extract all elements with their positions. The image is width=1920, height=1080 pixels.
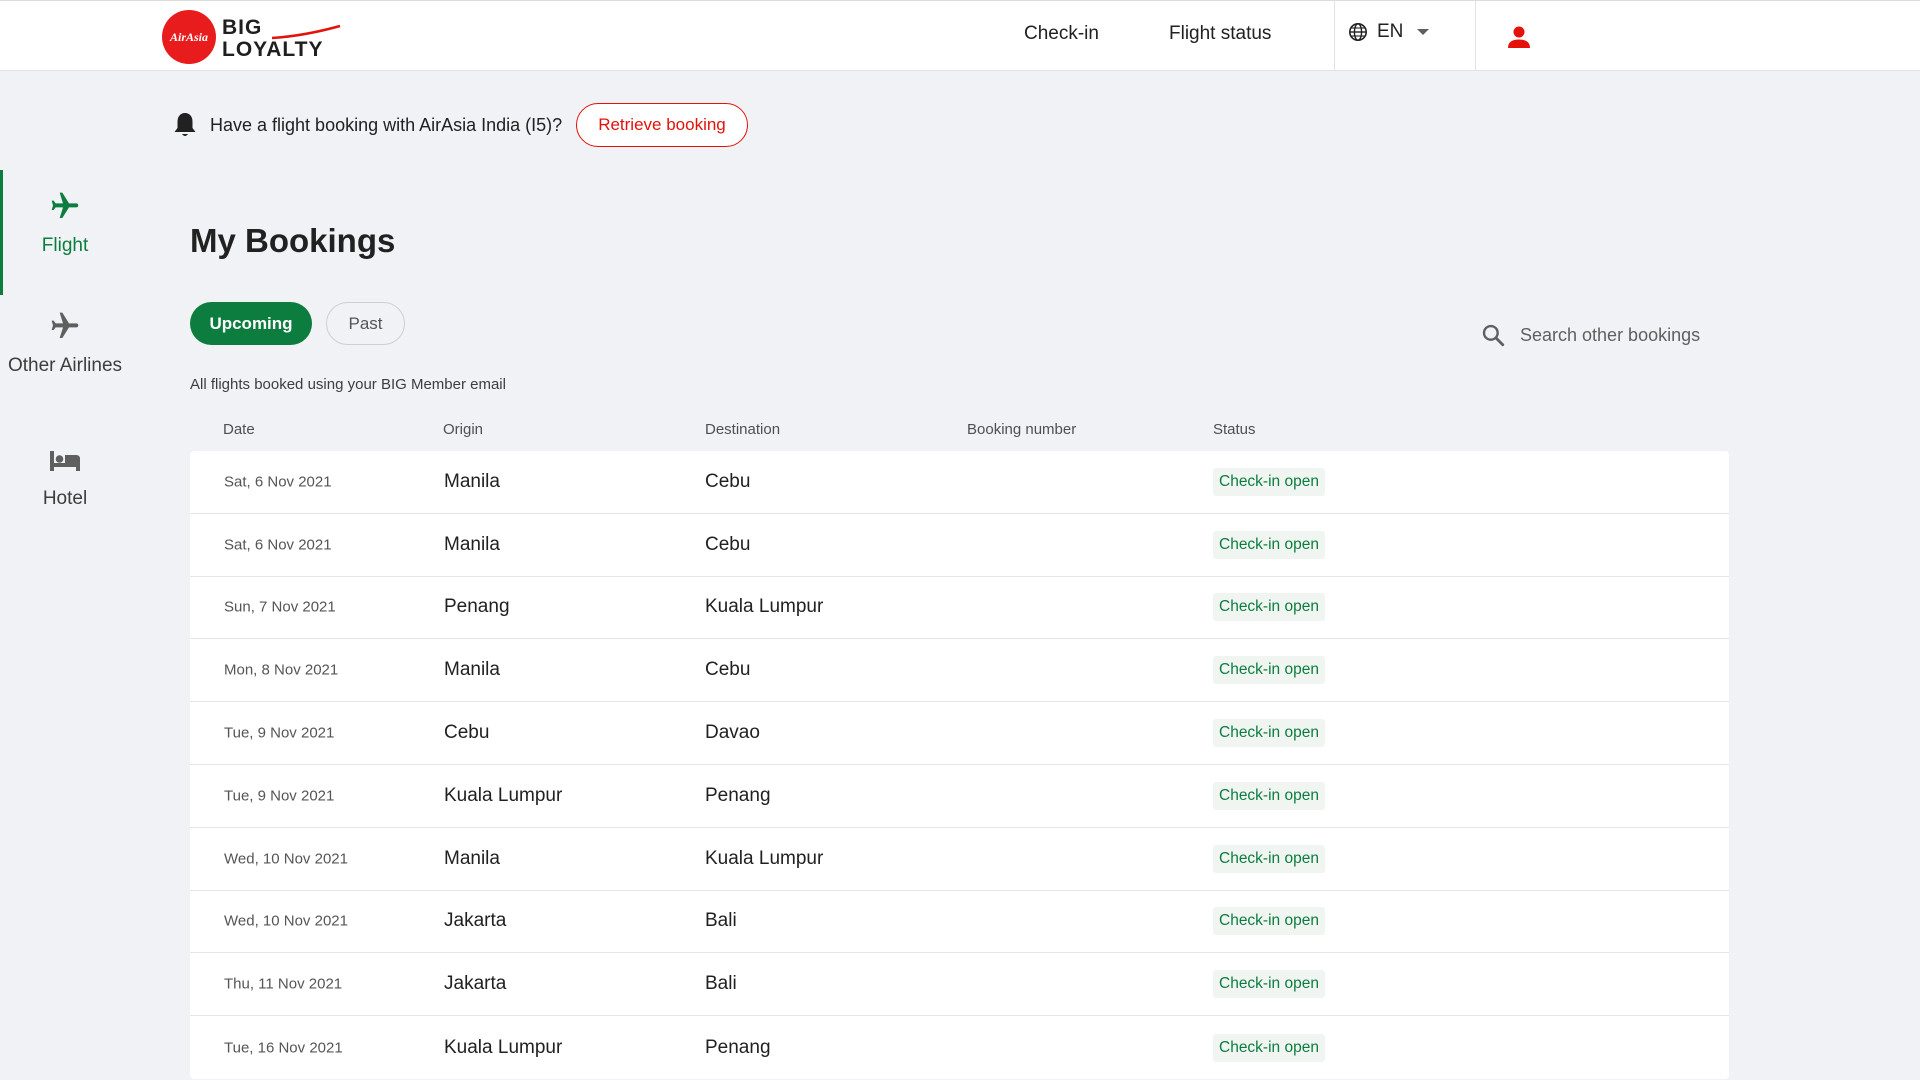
big-loyalty-logo[interactable]: AirAsia BIG LOYALTY <box>162 10 346 64</box>
column-header-destination: Destination <box>705 421 781 438</box>
nav-checkin-link[interactable]: Check-in <box>1024 23 1099 45</box>
booking-date: Mon, 8 Nov 2021 <box>224 661 339 679</box>
sidebar-item-hotel[interactable]: Hotel <box>0 447 130 510</box>
booking-origin: Kuala Lumpur <box>444 1036 563 1058</box>
column-header-date: Date <box>223 421 255 438</box>
booking-origin: Manila <box>444 659 500 681</box>
language-selector[interactable]: EN <box>1348 21 1430 43</box>
booking-destination: Bali <box>705 910 737 932</box>
search-bookings[interactable] <box>1480 322 1760 348</box>
booking-destination: Davao <box>705 722 760 744</box>
status-badge: Check-in open <box>1213 530 1325 559</box>
airasia-logo-mark: AirAsia <box>162 10 216 64</box>
airplane-icon <box>51 312 79 338</box>
booking-destination: Cebu <box>705 470 751 492</box>
search-icon <box>1482 324 1505 347</box>
booking-date: Wed, 10 Nov 2021 <box>224 912 348 930</box>
tab-upcoming[interactable]: Upcoming <box>190 302 312 345</box>
status-badge: Check-in open <box>1213 593 1325 622</box>
booking-destination: Penang <box>705 1036 771 1058</box>
table-row[interactable]: Thu, 11 Nov 2021 Jakarta Bali Check-in o… <box>190 953 1729 1017</box>
column-header-origin: Origin <box>443 421 484 438</box>
bookings-note: All flights booked using your BIG Member… <box>190 376 506 393</box>
booking-origin: Manila <box>444 847 500 869</box>
bell-icon <box>174 113 196 136</box>
booking-destination: Bali <box>705 973 737 995</box>
sidebar-item-label: Other Airlines <box>7 355 123 376</box>
user-account-icon[interactable] <box>1506 24 1532 50</box>
retrieve-booking-button[interactable]: Retrieve booking <box>576 103 748 147</box>
table-row[interactable]: Tue, 16 Nov 2021 Kuala Lumpur Penang Che… <box>190 1016 1729 1079</box>
page-title: My Bookings <box>190 222 396 259</box>
logo-line-big: BIG <box>222 16 263 39</box>
tab-past[interactable]: Past <box>326 302 405 345</box>
bookings-table: Sat, 6 Nov 2021 Manila Cebu Check-in ope… <box>190 451 1729 1079</box>
booking-date: Tue, 16 Nov 2021 <box>224 1039 343 1057</box>
header-divider <box>1475 1 1476 71</box>
status-badge: Check-in open <box>1213 1033 1325 1062</box>
table-row[interactable]: Sat, 6 Nov 2021 Manila Cebu Check-in ope… <box>190 451 1729 514</box>
booking-date: Thu, 11 Nov 2021 <box>224 975 343 993</box>
logo-wordmark: BIG LOYALTY <box>222 10 346 64</box>
status-badge: Check-in open <box>1213 656 1325 685</box>
table-row[interactable]: Mon, 8 Nov 2021 Manila Cebu Check-in ope… <box>190 639 1729 703</box>
top-header: AirAsia BIG LOYALTY Check-in Flight stat… <box>0 0 1920 71</box>
booking-destination: Cebu <box>705 533 751 555</box>
language-label: EN <box>1377 21 1404 42</box>
booking-origin: Penang <box>444 596 510 618</box>
column-header-booking-number: Booking number <box>967 421 1077 438</box>
sidebar-item-flight[interactable]: Flight <box>0 190 130 257</box>
table-row[interactable]: Tue, 9 Nov 2021 Kuala Lumpur Penang Chec… <box>190 765 1729 828</box>
status-badge: Check-in open <box>1213 781 1325 810</box>
booking-date: Sun, 7 Nov 2021 <box>224 598 336 616</box>
booking-origin: Jakarta <box>444 973 507 995</box>
status-badge: Check-in open <box>1213 467 1325 496</box>
booking-date: Sat, 6 Nov 2021 <box>224 536 332 554</box>
sidebar-item-other-airlines[interactable]: Other Airlines <box>0 310 130 377</box>
status-badge: Check-in open <box>1213 970 1325 999</box>
booking-destination: Cebu <box>705 659 751 681</box>
nav-flight-status-link[interactable]: Flight status <box>1169 23 1271 45</box>
booking-origin: Kuala Lumpur <box>444 784 563 806</box>
search-input[interactable] <box>1520 324 1760 346</box>
sidebar-item-label: Hotel <box>42 488 88 509</box>
booking-destination: Penang <box>705 784 771 806</box>
booking-origin: Manila <box>444 470 500 492</box>
airasia-india-banner: Have a flight booking with AirAsia India… <box>172 102 748 148</box>
header-divider <box>1334 1 1335 71</box>
booking-destination: Kuala Lumpur <box>705 847 824 869</box>
table-row[interactable]: Sun, 7 Nov 2021 Penang Kuala Lumpur Chec… <box>190 577 1729 640</box>
sidebar-item-label: Flight <box>41 235 89 256</box>
airplane-icon <box>51 192 79 218</box>
booking-origin: Manila <box>444 533 500 555</box>
booking-destination: Kuala Lumpur <box>705 596 824 618</box>
table-row[interactable]: Wed, 10 Nov 2021 Manila Kuala Lumpur Che… <box>190 828 1729 891</box>
bed-icon <box>50 451 80 471</box>
banner-text: Have a flight booking with AirAsia India… <box>210 114 563 135</box>
booking-date: Tue, 9 Nov 2021 <box>224 787 335 805</box>
table-row[interactable]: Wed, 10 Nov 2021 Jakarta Bali Check-in o… <box>190 891 1729 954</box>
booking-origin: Jakarta <box>444 910 507 932</box>
caret-down-icon <box>1417 29 1430 35</box>
table-row[interactable]: Sat, 6 Nov 2021 Manila Cebu Check-in ope… <box>190 514 1729 577</box>
status-badge: Check-in open <box>1213 907 1325 936</box>
booking-origin: Cebu <box>444 722 490 744</box>
status-badge: Check-in open <box>1213 844 1325 873</box>
status-badge: Check-in open <box>1213 719 1325 748</box>
booking-date: Tue, 9 Nov 2021 <box>224 724 335 742</box>
globe-icon <box>1349 23 1367 41</box>
logo-line-loyalty: LOYALTY <box>222 38 324 61</box>
booking-date: Wed, 10 Nov 2021 <box>224 850 348 868</box>
booking-date: Sat, 6 Nov 2021 <box>224 473 332 491</box>
column-header-status: Status <box>1213 421 1256 438</box>
table-row[interactable]: Tue, 9 Nov 2021 Cebu Davao Check-in open <box>190 702 1729 765</box>
